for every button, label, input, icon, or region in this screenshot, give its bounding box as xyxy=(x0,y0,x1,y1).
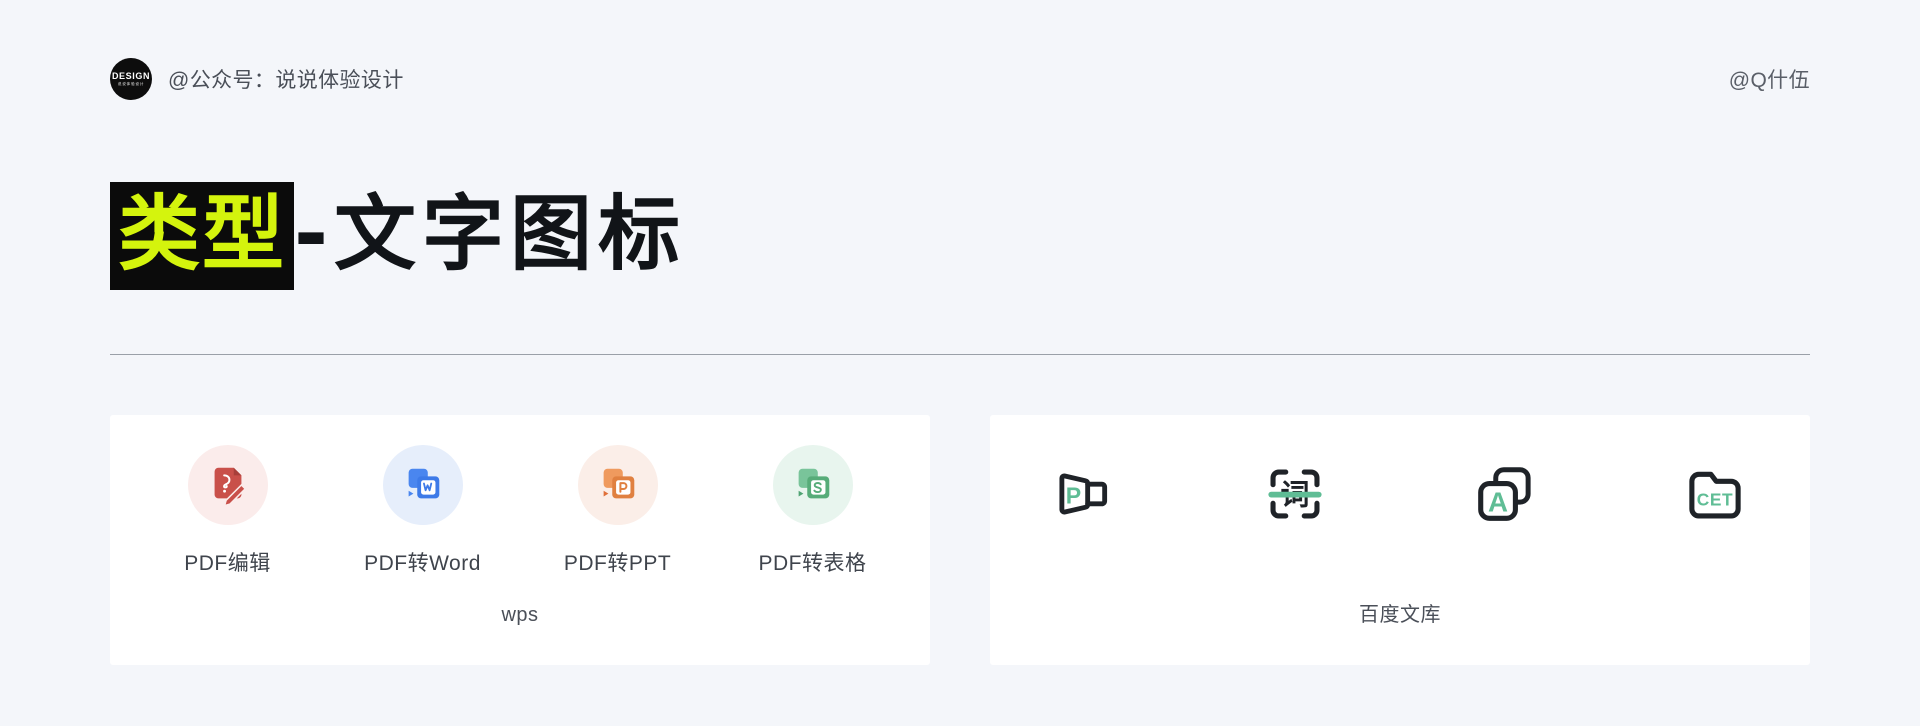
cet-folder-glyph: CET xyxy=(1697,490,1733,510)
account-handle: @公众号：说说体验设计 xyxy=(168,69,404,92)
baidu-card-footer: 百度文库 xyxy=(1359,604,1441,626)
author-handle: @Q什伍 xyxy=(1728,69,1810,92)
section-divider xyxy=(110,354,1810,355)
wps-icon-row: PDF编辑 PDF转Word PDF转PPT PDF转表格 xyxy=(110,415,930,577)
scan-translate-icon: 词 xyxy=(1268,469,1322,519)
page-root: DESIGN 说说体验设计 @公众号：说说体验设计 @Q什伍 类型 -文字图标 xyxy=(0,0,1920,726)
page-title: 类型 -文字图标 xyxy=(110,182,686,290)
wps-card-footer: wps xyxy=(501,604,539,626)
pdf-to-sheet-icon xyxy=(772,445,853,525)
wps-item-label: PDF编辑 xyxy=(184,552,271,575)
wps-item-pdf-edit[interactable]: PDF编辑 xyxy=(130,445,325,577)
page-title-rest: -文字图标 xyxy=(294,187,687,282)
header: DESIGN 说说体验设计 @公众号：说说体验设计 @Q什伍 xyxy=(110,56,1810,102)
wps-item-label: PDF转PPT xyxy=(563,552,672,575)
cet-folder-icon: CET xyxy=(1689,471,1741,519)
wps-card: PDF编辑 PDF转Word PDF转PPT PDF转表格 wps xyxy=(110,415,930,665)
stacked-a-glyph: A xyxy=(1488,486,1508,517)
wps-item-pdf-to-word[interactable]: PDF转Word xyxy=(325,445,520,577)
page-title-highlight: 类型 xyxy=(110,182,295,290)
baidu-item-stacked-a[interactable]: A xyxy=(1435,457,1575,553)
baidu-icon-row: P 词 A CET xyxy=(990,415,1810,553)
scan-line xyxy=(1268,491,1322,498)
logo-subtext: 说说体验设计 xyxy=(117,81,145,86)
wps-item-label: PDF转Word xyxy=(364,552,481,575)
wps-item-label: PDF转表格 xyxy=(758,552,867,575)
design-circle-logo: DESIGN 说说体验设计 xyxy=(110,58,152,100)
baidu-wenku-card: P 词 A CET 百度文库 xyxy=(990,415,1810,665)
baidu-item-cet-folder[interactable]: CET xyxy=(1645,457,1785,553)
pdf-edit-icon xyxy=(187,445,268,525)
ppt-outline-icon: P xyxy=(1059,473,1108,515)
logo-text: DESIGN xyxy=(111,70,151,81)
baidu-item-scan-translate[interactable]: 词 xyxy=(1225,457,1365,553)
cards-container: PDF编辑 PDF转Word PDF转PPT PDF转表格 wps P 词 A … xyxy=(110,415,1810,665)
ppt-icon-glyph: P xyxy=(1066,482,1081,508)
stacked-cards-a-icon: A xyxy=(1478,467,1531,521)
pdf-to-word-icon xyxy=(382,445,463,525)
wps-item-pdf-to-ppt[interactable]: PDF转PPT xyxy=(520,445,715,577)
baidu-item-ppt[interactable]: P xyxy=(1015,457,1155,553)
pdf-to-ppt-icon xyxy=(577,445,658,525)
wps-item-pdf-to-sheet[interactable]: PDF转表格 xyxy=(715,445,910,577)
